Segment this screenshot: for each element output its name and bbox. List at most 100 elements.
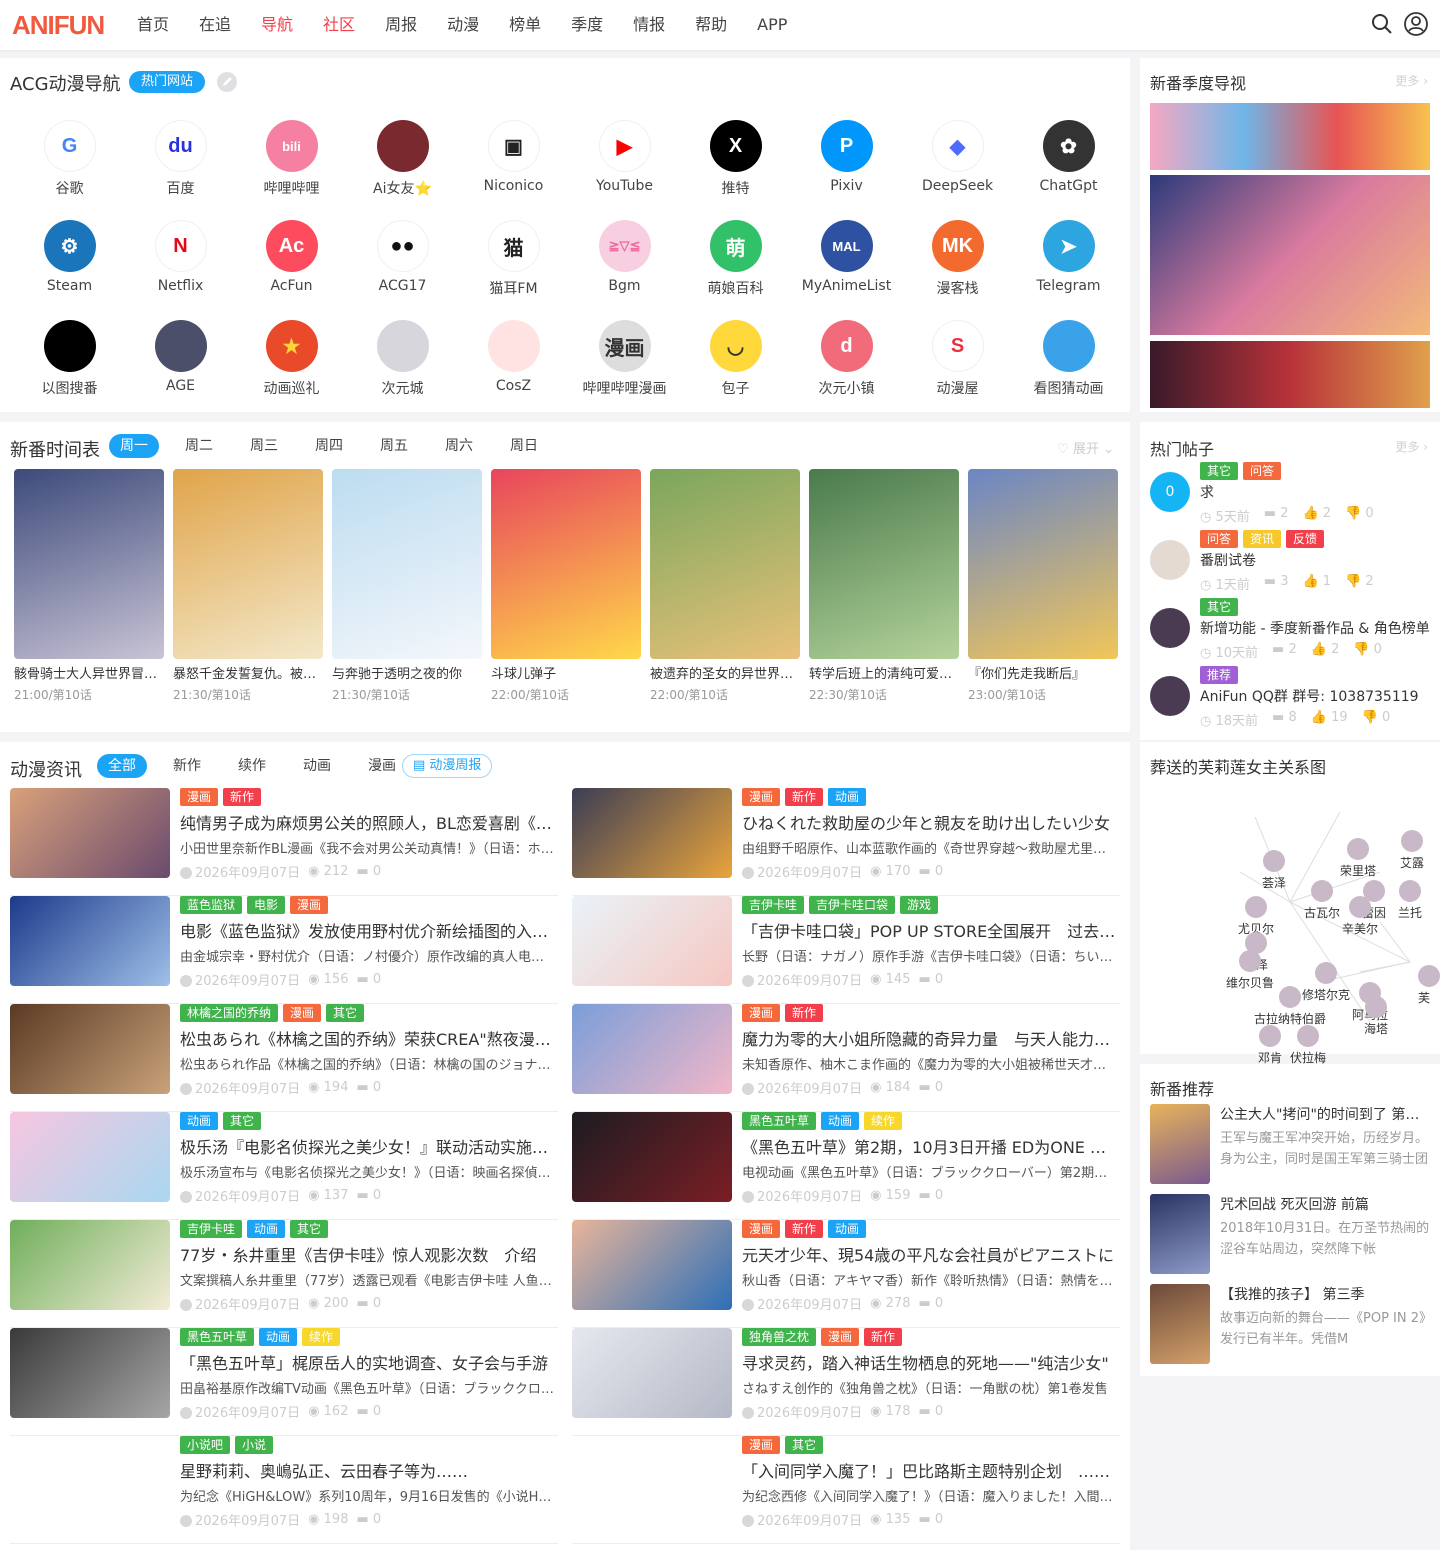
tag-badge[interactable]: 动画 xyxy=(828,788,867,806)
recommend-thumbnail[interactable] xyxy=(1150,1194,1210,1274)
tag-badge[interactable]: 漫画 xyxy=(283,1004,322,1022)
relation-character[interactable]: 艾露 xyxy=(1400,830,1424,871)
nav-link-9[interactable]: 帮助 xyxy=(680,0,742,50)
tag-badge[interactable]: 新作 xyxy=(785,788,824,806)
anime-card[interactable]: 骸骨骑士大人异世界冒险中 21:00/第10话 xyxy=(14,469,164,703)
news-thumbnail[interactable] xyxy=(10,1220,170,1310)
site-link[interactable]: 漫画 哔哩哔哩漫画 xyxy=(569,320,680,408)
news-thumbnail[interactable] xyxy=(572,1328,732,1418)
nav-link-4[interactable]: 周报 xyxy=(370,0,432,50)
news-item[interactable]: 独角兽之枕 漫画 新作 寻求灵药，踏入神话生物栖息的死地——"纯洁少女" さねすえ创作的… xyxy=(572,1328,1120,1436)
news-item[interactable]: 蓝色监狱 电影 漫画 电影《蓝色监狱》发放使用野村优介新绘插图的入场特典 由金城宗幸・野… xyxy=(10,896,558,1004)
tag-badge[interactable]: 漫画 xyxy=(742,1436,781,1454)
anime-poster[interactable] xyxy=(809,469,959,659)
news-item[interactable]: 漫画 其它 「入间同学入魔了！」巴比路斯主题特别企划 …… 为纪念西修《入间同学入魔了… xyxy=(572,1436,1120,1544)
site-link[interactable]: S 动漫屋 xyxy=(902,320,1013,408)
news-title[interactable]: 电影《蓝色监狱》发放使用野村优介新绘插图的入场特典 xyxy=(180,918,554,942)
anime-poster[interactable] xyxy=(650,469,800,659)
news-item[interactable]: 吉伊卡哇 动画 其它 77岁・糸井重里《吉伊卡哇》惊人观影次数 介绍 文案撰稿人糸井重里… xyxy=(10,1220,558,1328)
relation-character[interactable]: 荣里塔 xyxy=(1340,838,1376,879)
weekly-report-button[interactable]: ▤ 动漫周报 xyxy=(402,754,493,778)
hot-more-link[interactable]: 更多 › xyxy=(1395,438,1428,455)
news-thumbnail[interactable] xyxy=(10,896,170,986)
recommend-title[interactable]: 【我推的孩子】 第三季 xyxy=(1220,1284,1430,1304)
recommend-thumbnail[interactable] xyxy=(1150,1284,1210,1364)
recommend-title[interactable]: 公主大人"拷问"的时间到了 第二季 xyxy=(1220,1104,1430,1124)
recommend-item[interactable]: 咒术回战 死灭回游 前篇 2018年10月31日。在万圣节热闹的涩谷车站周边，突然… xyxy=(1150,1194,1430,1274)
tag-badge[interactable]: 动画 xyxy=(180,1112,219,1130)
tag-badge[interactable]: 新作 xyxy=(223,788,262,806)
site-link[interactable]: 以图搜番 xyxy=(14,320,125,408)
news-title[interactable]: 魔力为零的大小姐所隐藏的奇异力量 与天人能力者的恋爱 xyxy=(742,1026,1116,1050)
news-title[interactable]: 「吉伊卡哇口袋」POP UP STORE全国展开 过去的活动商品 xyxy=(742,918,1116,942)
tag-badge[interactable]: 新作 xyxy=(785,1220,824,1238)
site-link[interactable]: ★ 动画巡礼 xyxy=(236,320,347,408)
news-title[interactable]: 星野莉莉、奥嶋弘正、云田春子等为…… xyxy=(180,1458,554,1482)
anime-card[interactable]: 与奔驰于透明之夜的你 21:30/第10话 xyxy=(332,469,482,703)
post-avatar[interactable]: 0 xyxy=(1150,472,1190,512)
anime-card[interactable]: 被遗弃的圣女的异世界美食旅 22:00/第10话 xyxy=(650,469,800,703)
news-thumbnail[interactable] xyxy=(572,1112,732,1202)
news-title[interactable]: 极乐汤『电影名侦探光之美少女！』联动活动实施决定 xyxy=(180,1134,554,1158)
tag-badge[interactable]: 黑色五叶草 xyxy=(180,1328,255,1346)
post-title[interactable]: 新增功能 - 季度新番作品 & 角色榜单 xyxy=(1200,618,1430,638)
site-link[interactable]: MK 漫客栈 xyxy=(902,220,1013,308)
tag-badge[interactable]: 漫画 xyxy=(742,1004,781,1022)
site-link[interactable]: d 次元小镇 xyxy=(791,320,902,408)
site-link[interactable]: G 谷歌 xyxy=(14,120,125,208)
relation-character[interactable]: 维尔贝鲁 xyxy=(1226,950,1274,991)
tag-badge[interactable]: 其它 xyxy=(785,1436,824,1454)
relation-character[interactable]: 尤贝尔 xyxy=(1238,896,1274,937)
hot-sites-badge[interactable]: 热门网站 xyxy=(129,71,206,93)
tag-badge[interactable]: 其它 xyxy=(1200,462,1239,480)
news-title[interactable]: 纯情男子成为麻烦男公关的照顾人，BL恋爱喜剧《我不会对男公关动真情！》 xyxy=(180,810,554,834)
recommend-item[interactable]: 【我推的孩子】 第三季 故事迈向新的舞台——《POP IN 2》发行已有半年。凭借… xyxy=(1150,1284,1430,1364)
tag-badge[interactable]: 新作 xyxy=(864,1328,903,1346)
user-icon[interactable] xyxy=(1404,12,1428,36)
site-link[interactable]: 看图猜动画 xyxy=(1013,320,1124,408)
tag-badge[interactable]: 漫画 xyxy=(742,1220,781,1238)
day-tab-3[interactable]: 周四 xyxy=(304,434,354,458)
news-item[interactable]: 吉伊卡哇 吉伊卡哇口袋 游戏 「吉伊卡哇口袋」POP UP STORE全国展开 过去的… xyxy=(572,896,1120,1004)
tag-badge[interactable]: 动画 xyxy=(821,1112,860,1130)
site-link[interactable]: du 百度 xyxy=(125,120,236,208)
anime-title[interactable]: 与奔驰于透明之夜的你 xyxy=(332,663,482,682)
anime-card[interactable]: 暴怒千金发誓复仇。被婚约者抛弃 21:30/第10话 xyxy=(173,469,323,703)
tag-badge[interactable]: 漫画 xyxy=(290,896,329,914)
anime-title[interactable]: 骸骨骑士大人异世界冒险中 xyxy=(14,663,164,682)
news-filter-4[interactable]: 漫画 xyxy=(357,754,407,778)
site-link[interactable]: 猫猫耳FM xyxy=(458,220,569,308)
news-title[interactable]: 寻求灵药，踏入神话生物栖息的死地——"纯洁少女" xyxy=(742,1350,1116,1374)
news-thumbnail[interactable] xyxy=(572,896,732,986)
tag-badge[interactable]: 问答 xyxy=(1243,462,1282,480)
day-tab-0[interactable]: 周一 xyxy=(109,434,159,458)
relation-character[interactable]: 辛美尔 xyxy=(1342,896,1378,937)
tag-badge[interactable]: 资讯 xyxy=(1243,530,1282,548)
tag-badge[interactable]: 反馈 xyxy=(1286,530,1325,548)
tag-badge[interactable]: 小说吧 xyxy=(180,1436,231,1454)
post-avatar[interactable] xyxy=(1150,608,1190,648)
tag-badge[interactable]: 动画 xyxy=(259,1328,298,1346)
anime-card[interactable]: 『你们先走我断后』 23:00/第10话 xyxy=(968,469,1118,703)
site-link[interactable]: ✿ ChatGpt xyxy=(1013,120,1124,208)
site-link[interactable]: Ac AcFun xyxy=(236,220,347,308)
tag-badge[interactable]: 小说 xyxy=(235,1436,274,1454)
nav-link-0[interactable]: 首页 xyxy=(122,0,184,50)
tag-badge[interactable]: 续作 xyxy=(302,1328,341,1346)
news-thumbnail[interactable] xyxy=(10,1328,170,1418)
news-title[interactable]: 《黑色五叶草》第2期，10月3日开播 ED为ONE OK ROCK xyxy=(742,1134,1116,1158)
nav-link-7[interactable]: 季度 xyxy=(556,0,618,50)
news-item[interactable]: 漫画 新作 动画 元天才少年、現54歳の平凡な会社員がピアニストに 秋山香（日语：アキヤ… xyxy=(572,1220,1120,1328)
site-link[interactable]: bili 哔哩哔哩 xyxy=(236,120,347,208)
site-link[interactable]: ▶ YouTube xyxy=(569,120,680,208)
news-filter-3[interactable]: 动画 xyxy=(292,754,342,778)
day-tab-4[interactable]: 周五 xyxy=(369,434,419,458)
relation-character[interactable]: 海塔 xyxy=(1364,996,1388,1037)
post-item[interactable]: 推荐 AniFun QQ群 群号: 1038735119 ◷ 18天前 ▬ 8 👍 19… xyxy=(1150,666,1430,734)
search-icon[interactable] xyxy=(1370,12,1394,36)
tag-badge[interactable]: 动画 xyxy=(828,1220,867,1238)
site-link[interactable]: P Pixiv xyxy=(791,120,902,208)
relation-character[interactable]: 伏拉梅 xyxy=(1290,1025,1326,1066)
site-link[interactable]: X 推特 xyxy=(680,120,791,208)
relation-character[interactable]: 芙 xyxy=(1418,965,1440,1006)
